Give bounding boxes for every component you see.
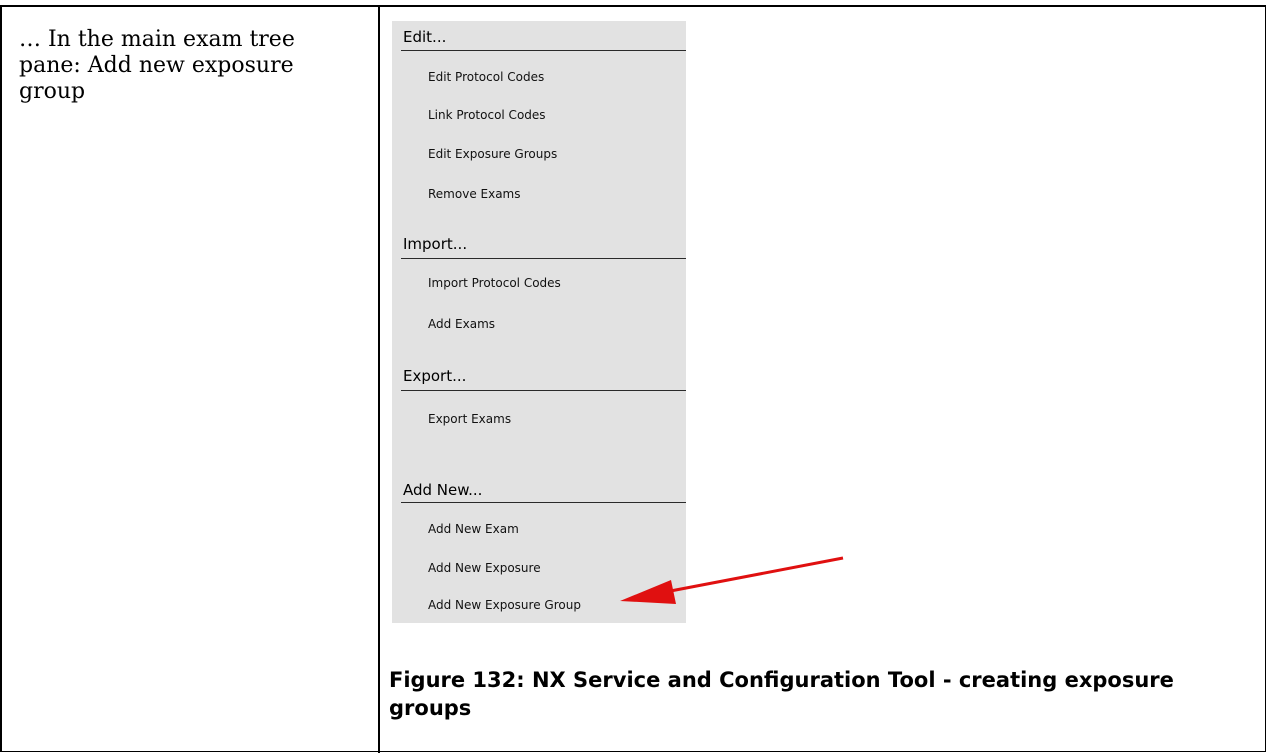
red-arrow-icon [620,556,844,604]
figure-caption: Figure 132: NX Service and Configuration… [389,668,1174,720]
